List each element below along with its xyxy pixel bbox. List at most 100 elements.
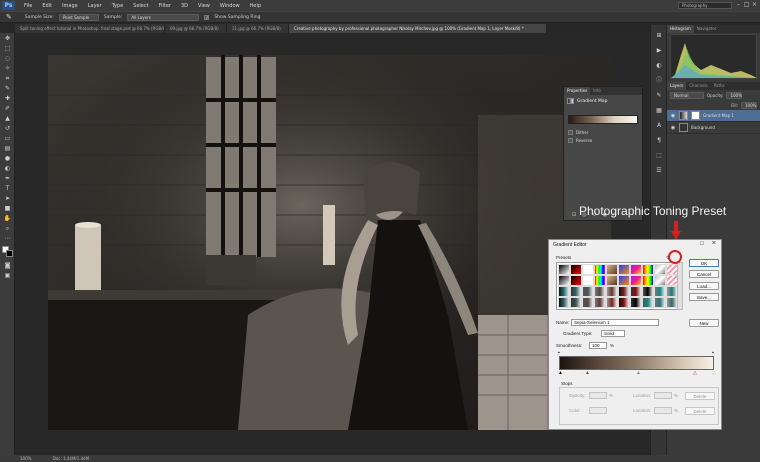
opacity-stop-right-icon[interactable]: ▪ [712,350,714,356]
color-stop-icon[interactable]: ▲ [585,370,590,376]
gradient-preset-swatch[interactable] [558,297,570,308]
zoom-tool-icon[interactable]: ⌕ [2,224,13,233]
history-brush-icon[interactable]: ↺ [2,124,13,133]
name-input[interactable]: Sepia-Selenium 1 [571,319,659,326]
load-button[interactable]: Load... [689,282,719,290]
maximize-icon[interactable]: □ [743,1,750,9]
tab-histogram[interactable]: Histogram [667,25,694,33]
type-tool-icon[interactable]: T [2,184,13,193]
new-button[interactable]: New [689,319,719,327]
menu-filter[interactable]: Filter [154,3,176,9]
menu-type[interactable]: Type [107,3,128,9]
gradient-preset-swatch[interactable] [618,286,630,297]
doc-tab[interactable]: 09.jpg @ 66.7% (RGB/8) [165,24,227,33]
gradient-preset-swatch[interactable] [630,297,642,308]
tab-paths[interactable]: Paths [711,82,728,90]
brush-tool-icon[interactable]: ✐ [2,104,13,113]
background-color-swatch[interactable] [6,250,13,257]
maximize-icon[interactable]: □ [700,241,704,247]
gradient-preset-swatch[interactable] [642,275,654,286]
doc-tab[interactable]: Split toning effect tutorial in Photosho… [15,24,165,33]
gradient-preset-swatch[interactable] [618,297,630,308]
hand-tool-icon[interactable]: ✋ [2,214,13,223]
gradient-preset-swatch[interactable] [570,286,582,297]
color-stop-icon[interactable]: △ [693,370,697,376]
character-panel-icon[interactable]: A [654,121,664,130]
gradient-preset-swatch[interactable] [606,264,618,275]
menu-file[interactable]: File [19,3,37,9]
close-icon[interactable]: × [751,1,758,9]
sample-size-select[interactable]: Point Sample [58,13,99,21]
color-location-input[interactable] [654,407,672,414]
gradient-preset-swatch[interactable] [570,297,582,308]
doc-tab[interactable]: 11.jpg @ 66.7% (RGB/8) [227,24,289,33]
marquee-tool-icon[interactable]: ⬚ [2,44,13,53]
zoom-readout[interactable]: 100% [20,456,31,461]
blur-tool-icon[interactable]: ● [2,154,13,163]
smoothness-input[interactable]: 100 [589,342,607,349]
eyedropper-icon[interactable]: ✎ [6,13,12,21]
gradient-preset-swatch[interactable] [618,264,630,275]
dither-checkbox[interactable] [568,130,573,135]
menu-3d[interactable]: 3D [176,3,193,9]
tab-navigator[interactable]: Navigator [694,25,720,33]
lasso-tool-icon[interactable]: ◌ [2,54,13,63]
healing-tool-icon[interactable]: ✚ [2,94,13,103]
gradient-preset-swatch[interactable] [618,275,630,286]
gradient-preset-swatch[interactable] [642,286,654,297]
minimize-icon[interactable]: – [735,1,742,9]
menu-help[interactable]: Help [245,3,266,9]
gradient-preset-swatch[interactable] [630,264,642,275]
eraser-tool-icon[interactable]: ▭ [2,134,13,143]
color-stop-icon[interactable]: ▲ [636,370,641,376]
history-panel-icon[interactable]: ⊞ [654,31,664,40]
gradient-type-select[interactable]: Solid [601,330,625,337]
gradient-preset-swatch[interactable] [594,297,606,308]
dodge-tool-icon[interactable]: ◐ [2,164,13,173]
properties-panel-icon[interactable]: ☰ [654,166,664,175]
stamp-tool-icon[interactable]: ▲ [2,114,13,123]
presets-scrollbar[interactable] [677,262,683,310]
menu-image[interactable]: Image [57,3,83,9]
menu-window[interactable]: Window [215,3,245,9]
gradient-tool-icon[interactable]: ▤ [2,144,13,153]
gradient-preset-swatch[interactable] [630,286,642,297]
styles-panel-icon[interactable]: ⬚ [654,151,664,160]
eyedropper-tool-icon[interactable]: ✎ [2,84,13,93]
tab-info[interactable]: Info [590,87,604,95]
gradient-preset-swatch[interactable] [582,275,594,286]
brush-panel-icon[interactable]: ✎ [654,91,664,100]
ok-button[interactable]: OK [689,259,719,267]
gradient-preset-swatch[interactable] [558,286,570,297]
menu-layer[interactable]: Layer [83,3,107,9]
crop-tool-icon[interactable]: ⌗ [2,74,13,83]
quick-select-icon[interactable]: ✧ [2,64,13,73]
delete-color-stop-button[interactable]: Delete [685,407,715,415]
paragraph-panel-icon[interactable]: ¶ [654,136,664,145]
info-panel-icon[interactable]: ⓘ [654,76,664,85]
gradient-map-bar[interactable] [568,115,638,124]
gradient-preset-swatch[interactable] [606,286,618,297]
gradient-preset-swatch[interactable] [642,297,654,308]
eye-icon[interactable]: ◉ [670,125,676,131]
eye-icon[interactable]: ◉ [670,113,676,119]
gradient-preset-swatch[interactable] [654,275,666,286]
path-select-icon[interactable]: ➤ [2,194,13,203]
pen-tool-icon[interactable]: ✒ [2,174,13,183]
opacity-stop-left-icon[interactable]: ▪ [558,350,560,356]
gradient-preset-swatch[interactable] [606,297,618,308]
reverse-checkbox[interactable] [568,138,573,143]
color-stop-icon[interactable]: ▲ [558,370,563,376]
workspace-select[interactable]: Photography [678,2,732,9]
quick-mask-icon[interactable]: ◙ [2,261,13,270]
tab-channels[interactable]: Channels [686,82,711,90]
gradient-preview-bar[interactable] [559,356,714,370]
tab-properties[interactable]: Properties [564,87,591,95]
tab-layers[interactable]: Layers [667,82,687,90]
more-tools-icon[interactable]: ⋯ [2,234,13,243]
mask-thumb[interactable] [691,111,700,120]
save-button[interactable]: Save... [689,293,719,301]
clip-icon[interactable]: ⊡ [572,212,576,218]
sample-select[interactable]: All Layers [127,13,200,21]
gradient-preset-swatch[interactable] [558,264,570,275]
